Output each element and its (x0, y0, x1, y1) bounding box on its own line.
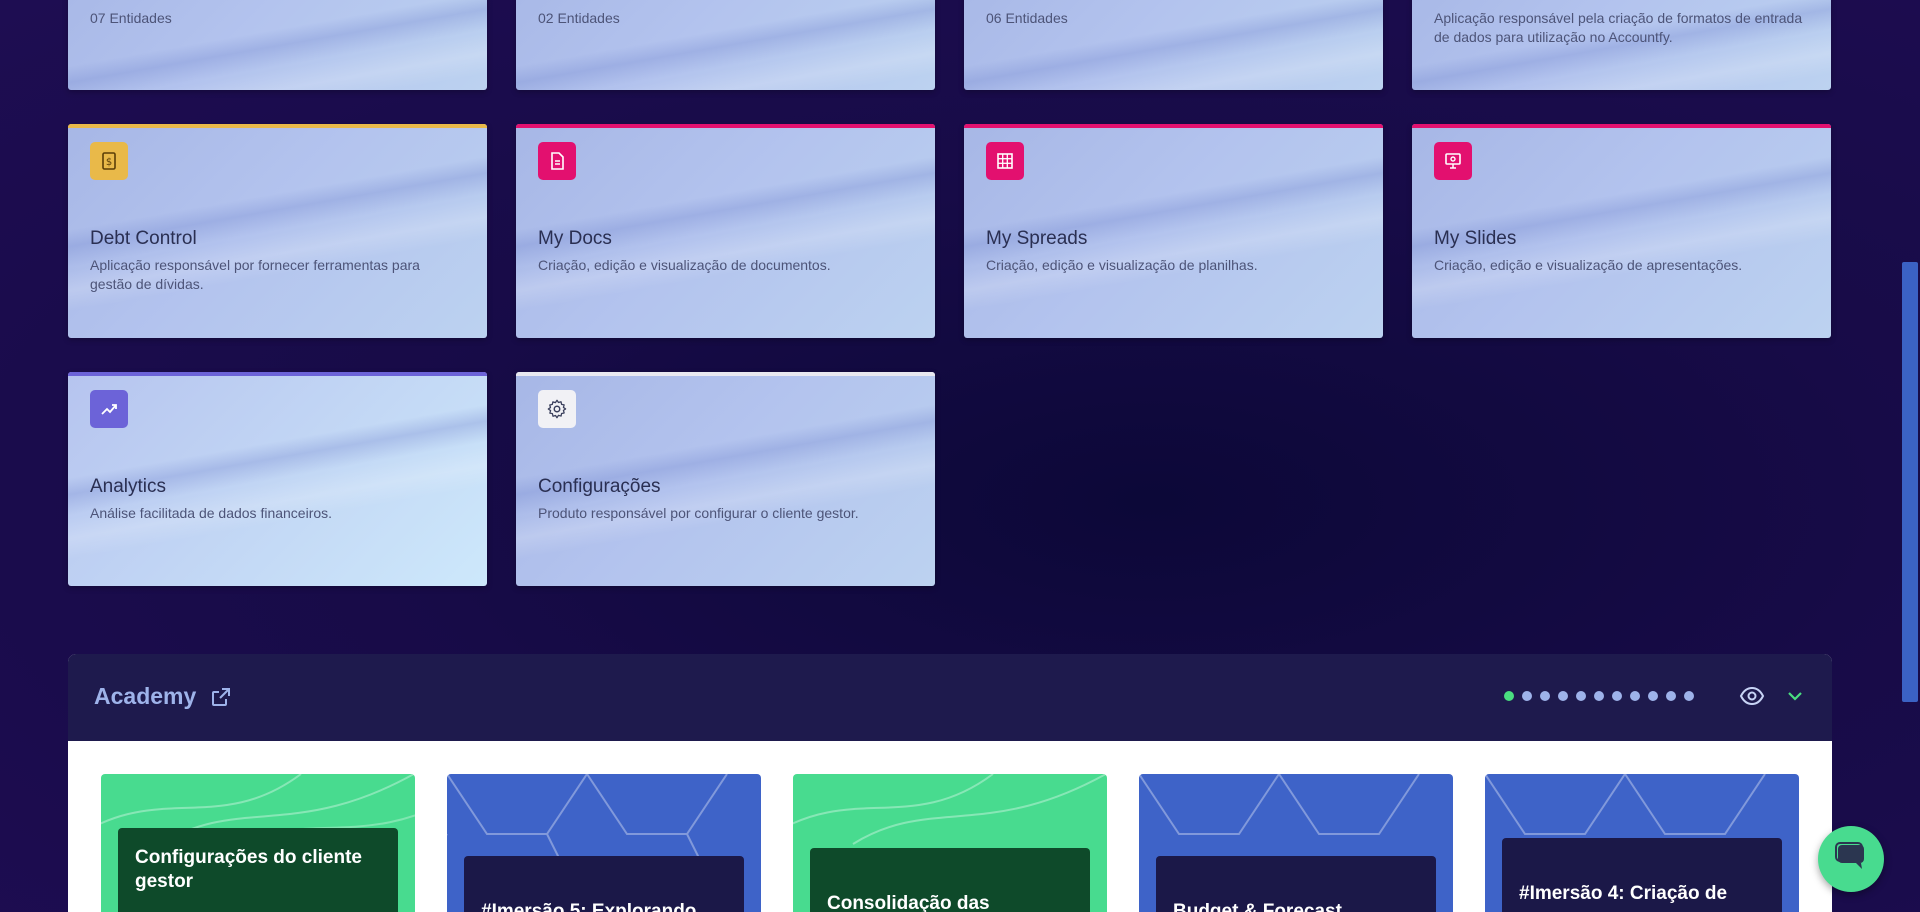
academy-section: Academy Configurações do cliente gestor … (68, 654, 1832, 912)
svg-text:$: $ (106, 157, 112, 168)
course-title: #Imersão 5: Explorando (464, 856, 744, 912)
app-card-partial-3[interactable]: 06 Entidades (964, 0, 1383, 90)
document-icon (538, 142, 576, 180)
card-subtitle: 02 Entidades (538, 10, 620, 26)
course-card[interactable]: #Imersão 5: Explorando (447, 774, 761, 912)
carousel-dot[interactable] (1648, 691, 1658, 701)
debt-icon: $ (90, 142, 128, 180)
scrollbar-thumb[interactable] (1902, 262, 1918, 702)
presentation-icon (1434, 142, 1472, 180)
app-card-my-docs[interactable]: My Docs Criação, edição e visualização d… (516, 124, 935, 338)
external-link-icon[interactable] (210, 686, 232, 713)
card-subtitle: Aplicação responsável pela criação de fo… (1434, 10, 1803, 45)
card-description: Criação, edição e visualização de docume… (538, 257, 831, 273)
chat-button[interactable] (1818, 826, 1884, 892)
carousel-dot[interactable] (1576, 691, 1586, 701)
card-title: Debt Control (90, 228, 197, 249)
course-card[interactable]: Budget & Forecast (1139, 774, 1453, 912)
carousel-dot[interactable] (1630, 691, 1640, 701)
card-title: My Docs (538, 228, 612, 249)
carousel-dot[interactable] (1540, 691, 1550, 701)
app-card-analytics[interactable]: Analytics Análise facilitada de dados fi… (68, 372, 487, 586)
app-card-my-spreads[interactable]: My Spreads Criação, edição e visualizaçã… (964, 124, 1383, 338)
course-title: Budget & Forecast (1156, 856, 1436, 912)
course-title: Configurações do cliente gestor (118, 828, 398, 912)
app-card-configuracoes[interactable]: Configurações Produto responsável por co… (516, 372, 935, 586)
app-card-my-slides[interactable]: My Slides Criação, edição e visualização… (1412, 124, 1831, 338)
card-description: Produto responsável por configurar o cli… (538, 505, 859, 521)
chat-icon (1834, 841, 1868, 878)
academy-header: Academy (68, 654, 1832, 741)
card-title: My Spreads (986, 228, 1088, 249)
academy-title[interactable]: Academy (94, 683, 196, 710)
chevron-down-icon[interactable] (1786, 687, 1804, 710)
card-subtitle: 06 Entidades (986, 10, 1068, 26)
course-card[interactable]: Consolidação das (793, 774, 1107, 912)
app-card-partial-2[interactable]: 02 Entidades (516, 0, 935, 90)
carousel-dot[interactable] (1666, 691, 1676, 701)
card-description: Análise facilitada de dados financeiros. (90, 505, 333, 521)
app-card-partial-4[interactable]: Aplicação responsável pela criação de fo… (1412, 0, 1831, 90)
scrollbar[interactable] (1902, 0, 1920, 912)
trending-up-icon (90, 390, 128, 428)
app-card-debt-control[interactable]: $ Debt Control Aplicação responsável por… (68, 124, 487, 338)
course-title: Consolidação das (810, 848, 1090, 912)
gear-icon (538, 390, 576, 428)
card-description: Criação, edição e visualização de aprese… (1434, 257, 1743, 273)
card-title: My Slides (1434, 228, 1517, 249)
carousel-dot[interactable] (1684, 691, 1694, 701)
card-subtitle: 07 Entidades (90, 10, 172, 26)
card-description: Aplicação responsável por fornecer ferra… (90, 257, 420, 292)
card-description: Criação, edição e visualização de planil… (986, 257, 1258, 273)
course-card[interactable]: Configurações do cliente gestor (101, 774, 415, 912)
carousel-dots (1504, 691, 1694, 701)
carousel-dot[interactable] (1612, 691, 1622, 701)
carousel-dot[interactable] (1594, 691, 1604, 701)
card-title: Configurações (538, 476, 661, 497)
spreadsheet-icon (986, 142, 1024, 180)
course-card[interactable]: #Imersão 4: Criação de (1485, 774, 1799, 912)
carousel-dot[interactable] (1522, 691, 1532, 701)
course-title: #Imersão 4: Criação de (1502, 838, 1782, 912)
carousel-dot[interactable] (1558, 691, 1568, 701)
card-title: Analytics (90, 476, 167, 497)
app-card-partial-1[interactable]: 07 Entidades (68, 0, 487, 90)
carousel-dot[interactable] (1504, 691, 1514, 701)
eye-icon[interactable] (1739, 685, 1765, 712)
